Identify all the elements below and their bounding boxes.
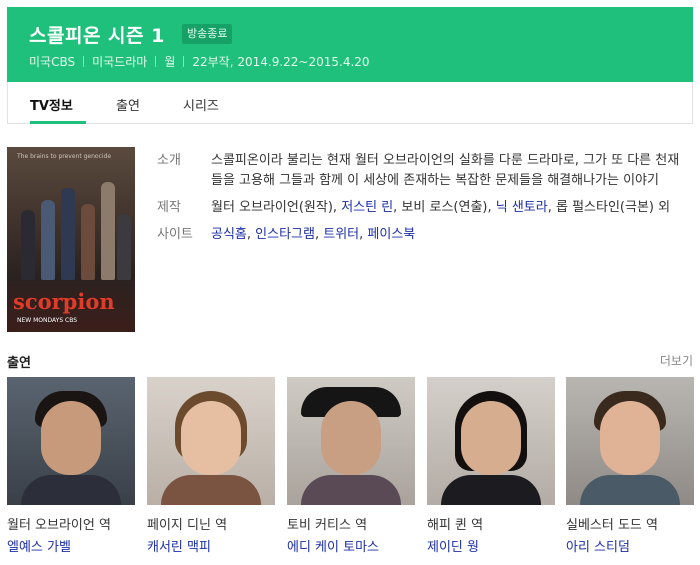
poster-image[interactable]: The brains to prevent genocide scorpion … <box>7 147 135 332</box>
production-part: , 롭 펄스타인(극본) 외 <box>547 200 671 215</box>
photo-face <box>41 401 101 475</box>
active-tab-indicator <box>30 121 86 124</box>
photo-face <box>181 401 241 475</box>
cast-role: 월터 오브라이언 역 <box>7 518 111 533</box>
cast-actor-link[interactable]: 아리 스티덤 <box>566 536 694 555</box>
cast-card[interactable]: 페이지 디닌 역 캐서린 맥피 <box>147 377 275 555</box>
program-info: 소개 스콜피온이라 불리는 현재 월터 오브라이언의 실화를 다룬 드라마로, … <box>157 151 682 252</box>
cast-actor-link[interactable]: 엘예스 가벨 <box>7 536 135 555</box>
writer-link-nick-santora[interactable]: 닉 샌토라 <box>496 200 548 215</box>
production-row: 제작 월터 오브라이언(원작), 저스틴 린, 보비 로스(연출), 닉 샌토라… <box>157 198 682 218</box>
program-meta: 미국CBS 미국드라마 월 22부작, 2014.9.22~2015.4.20 <box>29 53 370 70</box>
site-row: 사이트 공식홈, 인스타그램, 트위터, 페이스북 <box>157 225 682 245</box>
photo-body <box>580 475 680 505</box>
photo-body <box>21 475 121 505</box>
site-link-official[interactable]: 공식홈 <box>211 227 247 242</box>
tab-tv-info[interactable]: TV정보 <box>30 95 73 114</box>
cast-heading: 출연 <box>7 356 31 371</box>
poster-figure <box>21 210 35 280</box>
meta-divider <box>155 56 157 67</box>
production-part: 월터 오브라이언(원작), <box>211 200 342 215</box>
cast-card[interactable]: 해피 퀸 역 제이딘 웡 <box>427 377 555 555</box>
cast-photo[interactable] <box>427 377 555 505</box>
photo-face <box>600 401 660 475</box>
meta-divider <box>183 56 185 67</box>
production-part: , 보비 로스(연출), <box>393 200 496 215</box>
poster-tagline: The brains to prevent genocide <box>17 153 112 160</box>
site-label: 사이트 <box>157 227 193 242</box>
poster-figure <box>101 182 115 280</box>
site-separator: , <box>246 227 256 242</box>
cast-role: 페이지 디닌 역 <box>147 518 228 533</box>
cast-role: 토비 커티스 역 <box>287 518 368 533</box>
cast-photo[interactable] <box>566 377 694 505</box>
site-link-twitter[interactable]: 트위터 <box>323 227 359 242</box>
site-links: 공식홈, 인스타그램, 트위터, 페이스북 <box>211 225 415 245</box>
cast-role: 실베스터 도드 역 <box>566 518 658 533</box>
status-badge: 방송종료 <box>182 24 233 44</box>
site-link-facebook[interactable]: 페이스북 <box>367 227 415 242</box>
poster-figure <box>117 214 131 280</box>
meta-airday: 월 <box>164 55 176 69</box>
poster-logo: scorpion <box>13 289 115 314</box>
tab-bar: TV정보 출연 시리즈 <box>7 82 693 124</box>
cast-photo[interactable] <box>147 377 275 505</box>
meta-episodes: 22부작, 2014.9.22~2015.4.20 <box>192 55 370 69</box>
production-label: 제작 <box>157 200 181 215</box>
poster-figure <box>81 204 95 280</box>
intro-text: 스콜피온이라 불리는 현재 월터 오브라이언의 실화를 다룬 드라마로, 그가 … <box>211 153 680 188</box>
cast-role: 해피 퀸 역 <box>427 518 484 533</box>
director-link-justin-lin[interactable]: 저스틴 린 <box>341 200 393 215</box>
photo-body <box>441 475 541 505</box>
meta-network: 미국CBS <box>29 55 76 69</box>
production-text: 월터 오브라이언(원작), 저스틴 린, 보비 로스(연출), 닉 샌토라, 롭… <box>211 198 670 218</box>
photo-body <box>161 475 261 505</box>
cast-card[interactable]: 토비 커티스 역 에디 케이 토마스 <box>287 377 415 555</box>
cast-actor-link[interactable]: 캐서린 맥피 <box>147 536 275 555</box>
cast-card[interactable]: 실베스터 도드 역 아리 스티덤 <box>566 377 694 555</box>
intro-label: 소개 <box>157 153 181 168</box>
tab-cast[interactable]: 출연 <box>116 95 140 114</box>
cast-photo[interactable] <box>7 377 135 505</box>
photo-face <box>321 401 381 475</box>
poster-subline: NEW MONDAYS CBS <box>17 317 78 324</box>
photo-body <box>301 475 401 505</box>
poster-figure <box>61 188 75 280</box>
cast-actor-link[interactable]: 제이딘 웡 <box>427 536 555 555</box>
cast-actor-link[interactable]: 에디 케이 토마스 <box>287 536 415 555</box>
program-title[interactable]: 스콜피온 시즌 1 <box>29 21 165 48</box>
intro-row: 소개 스콜피온이라 불리는 현재 월터 오브라이언의 실화를 다룬 드라마로, … <box>157 151 682 191</box>
photo-face <box>461 401 521 475</box>
more-cast-link[interactable]: 더보기 <box>660 352 693 369</box>
program-header: 스콜피온 시즌 1 방송종료 미국CBS 미국드라마 월 22부작, 2014.… <box>7 7 693 82</box>
site-link-instagram[interactable]: 인스타그램 <box>255 227 315 242</box>
cast-card[interactable]: 월터 오브라이언 역 엘예스 가벨 <box>7 377 135 555</box>
meta-genre: 미국드라마 <box>92 55 148 69</box>
meta-divider <box>83 56 85 67</box>
tab-series[interactable]: 시리즈 <box>183 95 219 114</box>
poster-figure <box>41 200 55 280</box>
site-separator: , <box>314 227 324 242</box>
cast-photo[interactable] <box>287 377 415 505</box>
